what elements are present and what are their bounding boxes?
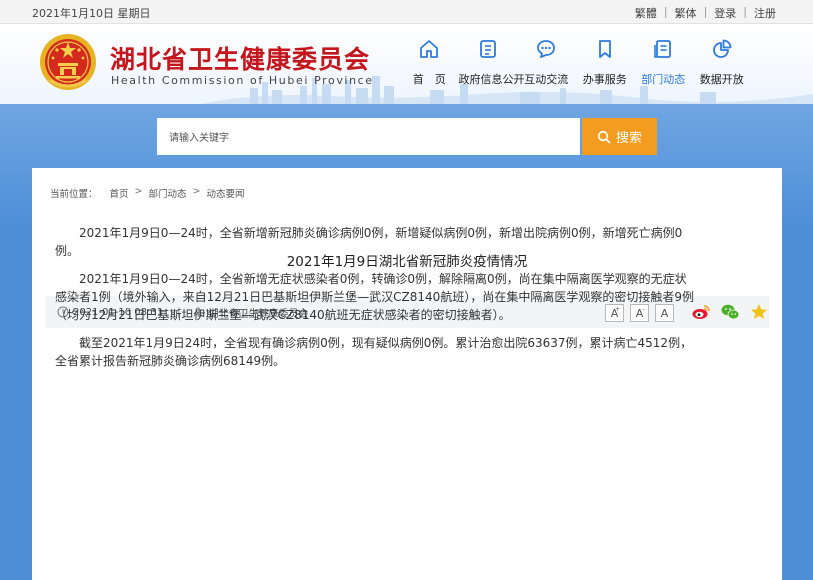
- favorite-star-icon[interactable]: [749, 302, 769, 322]
- nav-label: 部门动态: [641, 73, 686, 86]
- divider: |: [703, 5, 708, 18]
- breadcrumb-separator: >: [134, 186, 143, 197]
- top-links: 繁體 | 繁体 | 登录 | 注册: [635, 5, 776, 21]
- document-icon: [479, 40, 496, 58]
- article-paragraph: 2021年1月9日0—24时，全省新增新冠肺炎确诊病例0例，新增疑似病例0例，新…: [55, 226, 683, 258]
- main-navigation: 首 页 政府信息公开 互动交流 办事服务 部门动态 数据开放: [400, 38, 751, 87]
- nav-services[interactable]: 办事服务: [576, 38, 635, 87]
- nav-label: 首 页: [412, 73, 446, 86]
- nav-label: 数据开放: [699, 73, 744, 86]
- national-emblem-logo: [40, 34, 96, 90]
- share-buttons: [691, 302, 769, 322]
- divider: |: [663, 5, 668, 18]
- site-title-english: Health Commission of Hubei Province: [111, 74, 374, 87]
- search-button[interactable]: 搜索: [582, 118, 657, 155]
- current-date: 2021年1月10日 星期日: [32, 7, 151, 20]
- nav-home[interactable]: 首 页: [400, 38, 459, 87]
- nav-interaction[interactable]: 互动交流: [517, 38, 576, 87]
- search-icon: [597, 130, 611, 143]
- pie-chart-icon: [712, 39, 732, 58]
- nav-label: 互动交流: [524, 73, 569, 86]
- breadcrumb-highlights[interactable]: 动态要闻: [206, 186, 244, 200]
- chat-icon: [537, 40, 556, 58]
- site-title[interactable]: 湖北省卫生健康委员会: [110, 40, 370, 76]
- breadcrumb-department-news[interactable]: 部门动态: [149, 186, 187, 200]
- link-register[interactable]: 注册: [754, 5, 776, 21]
- link-simplified-chinese[interactable]: 繁体: [675, 5, 697, 21]
- breadcrumb-separator: >: [192, 186, 201, 197]
- divider: |: [743, 5, 747, 18]
- top-utility-bar: 2021年1月10日 星期日 繁體 | 繁体 | 登录 | 注册: [0, 0, 813, 24]
- breadcrumb-label: 当前位置：: [50, 189, 98, 200]
- article-paragraph: 截至2021年1月9日24时，全省现有确诊病例0例，现有疑似病例0例。累计治愈出…: [55, 336, 693, 368]
- nav-label: 办事服务: [582, 73, 627, 86]
- nav-government-info[interactable]: 政府信息公开: [459, 38, 525, 87]
- bookmark-icon: [598, 40, 611, 58]
- wechat-icon[interactable]: [720, 302, 740, 322]
- nav-open-data[interactable]: 数据开放: [693, 38, 752, 87]
- news-icon: [654, 40, 672, 58]
- breadcrumb: 当前位置： 首页 > 部门动态 > 动态要闻: [50, 186, 245, 200]
- article-body: 2021年1月9日0—24时，全省新增新冠肺炎确诊病例0例，新增疑似病例0例，新…: [55, 224, 695, 380]
- link-login[interactable]: 登录: [714, 5, 736, 21]
- nav-department-news[interactable]: 部门动态: [634, 38, 693, 87]
- breadcrumb-home[interactable]: 首页: [110, 186, 129, 200]
- search-button-label: 搜索: [615, 131, 642, 146]
- nav-label: 政府信息公开: [458, 73, 525, 86]
- search-input[interactable]: 请输入关键字: [157, 118, 580, 155]
- link-traditional-chinese[interactable]: 繁體: [635, 5, 657, 21]
- article-paragraph: 2021年1月9日0—24时，全省新增无症状感染者0例，转确诊0例，解除隔离0例…: [55, 272, 694, 322]
- home-icon: [420, 40, 439, 58]
- site-header: 湖北省卫生健康委员会 Health Commission of Hubei Pr…: [0, 24, 813, 104]
